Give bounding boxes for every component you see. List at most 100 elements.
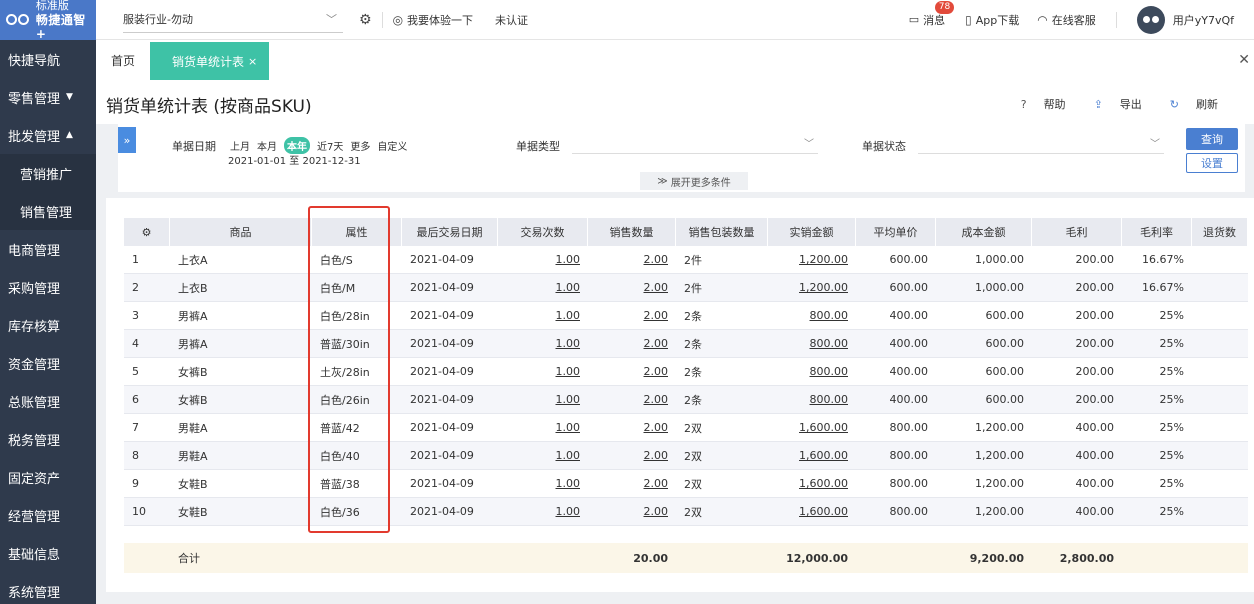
sidebar-item-7[interactable]: 库存核算 [0, 306, 96, 344]
cell-amount[interactable]: 1,200.00 [768, 246, 856, 274]
cell-count[interactable]: 1.00 [498, 358, 588, 386]
expand-panel-icon[interactable]: » [118, 127, 136, 153]
cell-qty[interactable]: 2.00 [588, 246, 676, 274]
column-settings-icon[interactable]: ⚙ [124, 218, 170, 246]
date-option-5[interactable]: 自定义 [377, 138, 407, 153]
cell-returns [1192, 386, 1248, 414]
cell-amount[interactable]: 1,600.00 [768, 442, 856, 470]
sidebar-item-0[interactable]: 快捷导航 [0, 40, 96, 78]
sidebar-item-1[interactable]: 零售管理 ▼ [0, 78, 96, 116]
column-header[interactable]: 毛利率 [1122, 218, 1192, 246]
cell-count[interactable]: 1.00 [498, 274, 588, 302]
cell-amount[interactable]: 800.00 [768, 358, 856, 386]
messages-button[interactable]: ▭ 消息 78 [909, 0, 955, 28]
cell-amount[interactable]: 800.00 [768, 386, 856, 414]
column-header[interactable]: 销售数量 [588, 218, 676, 246]
table-row[interactable]: 8 男鞋A 白色/40 2021-04-09 1.00 2.00 2双 1,600.00 800… [124, 442, 1248, 470]
app-download-link[interactable]: ▯ App下载 [965, 12, 1019, 28]
logo[interactable]: 标准版 畅捷通智+ [0, 0, 96, 41]
sidebar-item-14[interactable]: 系统管理 [0, 572, 96, 604]
status-select[interactable]: ﹀ [918, 132, 1164, 154]
cell-amount[interactable]: 1,600.00 [768, 498, 856, 526]
cell-qty[interactable]: 2.00 [588, 358, 676, 386]
column-header[interactable]: 平均单价 [856, 218, 936, 246]
sidebar-item-8[interactable]: 资金管理 [0, 344, 96, 382]
cell-qty[interactable]: 2.00 [588, 498, 676, 526]
help-button[interactable]: ? 帮助 [1007, 96, 1066, 112]
cell-qty[interactable]: 2.00 [588, 302, 676, 330]
tab-sales-report[interactable]: 销货单统计表 × [150, 42, 270, 80]
refresh-button[interactable]: ↻ 刷新 [1156, 96, 1218, 112]
table-row[interactable]: 1 上衣A 白色/S 2021-04-09 1.00 2.00 2件 1,200.00 600.… [124, 246, 1248, 274]
cell-amount[interactable]: 1,600.00 [768, 414, 856, 442]
close-icon[interactable]: ✕ [1238, 52, 1250, 68]
export-button[interactable]: ⇪ 导出 [1080, 96, 1142, 112]
date-option-3[interactable]: 近7天 [317, 138, 343, 153]
column-header[interactable]: 实销金额 [768, 218, 856, 246]
sidebar-item-3[interactable]: 营销推广 [0, 154, 96, 192]
column-header[interactable]: 销售包装数量 [676, 218, 768, 246]
table-row[interactable]: 4 男裤A 普蓝/30in 2021-04-09 1.00 2.00 2条 800.00 400… [124, 330, 1248, 358]
industry-select[interactable]: 服装行业-勿动 ﹀ [123, 7, 343, 33]
date-option-4[interactable]: 更多 [350, 138, 370, 153]
query-button[interactable]: 查询 [1186, 128, 1238, 150]
cell-cost: 1,000.00 [936, 246, 1032, 274]
table-row[interactable]: 10 女鞋B 白色/36 2021-04-09 1.00 2.00 2双 1,600.00 80… [124, 498, 1248, 526]
cell-qty[interactable]: 2.00 [588, 414, 676, 442]
table-row[interactable]: 2 上衣B 白色/M 2021-04-09 1.00 2.00 2件 1,200.00 600.… [124, 274, 1248, 302]
experience-link[interactable]: ◎ 我要体验一下 [393, 12, 473, 28]
cell-count[interactable]: 1.00 [498, 330, 588, 358]
table-row[interactable]: 5 女裤B 土灰/28in 2021-04-09 1.00 2.00 2条 800.00 400… [124, 358, 1248, 386]
sidebar-item-12[interactable]: 经营管理 [0, 496, 96, 534]
cert-status[interactable]: 未认证 [495, 12, 528, 28]
avatar[interactable] [1136, 5, 1165, 34]
sidebar-item-13[interactable]: 基础信息 [0, 534, 96, 572]
cell-count[interactable]: 1.00 [498, 498, 588, 526]
table-row[interactable]: 3 男裤A 白色/28in 2021-04-09 1.00 2.00 2条 800.00 400… [124, 302, 1248, 330]
table-row[interactable]: 9 女鞋B 普蓝/38 2021-04-09 1.00 2.00 2双 1,600.00 800… [124, 470, 1248, 498]
cell-count[interactable]: 1.00 [498, 414, 588, 442]
cell-amount[interactable]: 800.00 [768, 330, 856, 358]
cell-cost: 1,200.00 [936, 470, 1032, 498]
online-service-link[interactable]: ◠ 在线客服 [1037, 12, 1095, 28]
cell-package: 2双 [676, 442, 768, 470]
column-header[interactable]: 成本金额 [936, 218, 1032, 246]
cell-count[interactable]: 1.00 [498, 442, 588, 470]
tab-close-icon[interactable]: × [248, 55, 257, 68]
sidebar-item-11[interactable]: 固定资产 [0, 458, 96, 496]
sidebar-item-9[interactable]: 总账管理 [0, 382, 96, 420]
table-row[interactable]: 7 男鞋A 普蓝/42 2021-04-09 1.00 2.00 2双 1,600.00 800… [124, 414, 1248, 442]
cell-qty[interactable]: 2.00 [588, 274, 676, 302]
sidebar-item-2[interactable]: 批发管理 ▲ [0, 116, 96, 154]
cell-qty[interactable]: 2.00 [588, 330, 676, 358]
username[interactable]: 用户yY7vQf [1173, 12, 1234, 28]
cell-count[interactable]: 1.00 [498, 246, 588, 274]
cell-qty[interactable]: 2.00 [588, 470, 676, 498]
cell-qty[interactable]: 2.00 [588, 442, 676, 470]
column-header[interactable]: 商品 [170, 218, 312, 246]
date-option-0[interactable]: 上月 [230, 138, 250, 153]
cell-qty[interactable]: 2.00 [588, 386, 676, 414]
sidebar-item-4[interactable]: 销售管理 [0, 192, 96, 230]
tab-home[interactable]: 首页 [96, 40, 150, 80]
cell-count[interactable]: 1.00 [498, 470, 588, 498]
more-conditions-toggle[interactable]: ≫ 展开更多条件 [640, 172, 748, 190]
column-header[interactable]: 最后交易日期 [402, 218, 498, 246]
column-header[interactable]: 退货数 [1192, 218, 1248, 246]
date-option-1[interactable]: 本月 [257, 138, 277, 153]
column-header[interactable]: 毛利 [1032, 218, 1122, 246]
cell-amount[interactable]: 1,200.00 [768, 274, 856, 302]
sidebar-item-5[interactable]: 电商管理 [0, 230, 96, 268]
column-header[interactable]: 交易次数 [498, 218, 588, 246]
sidebar-item-6[interactable]: 采购管理 [0, 268, 96, 306]
cell-count[interactable]: 1.00 [498, 302, 588, 330]
sidebar-item-10[interactable]: 税务管理 [0, 420, 96, 458]
cell-count[interactable]: 1.00 [498, 386, 588, 414]
settings-button[interactable]: 设置 [1186, 153, 1238, 173]
table-row[interactable]: 6 女裤B 白色/26in 2021-04-09 1.00 2.00 2条 800.00 400… [124, 386, 1248, 414]
type-select[interactable]: ﹀ [572, 132, 818, 154]
cell-amount[interactable]: 1,600.00 [768, 470, 856, 498]
total-cell: 2,800.00 [1059, 551, 1114, 565]
cell-amount[interactable]: 800.00 [768, 302, 856, 330]
gear-icon[interactable]: ⚙ [359, 12, 372, 28]
